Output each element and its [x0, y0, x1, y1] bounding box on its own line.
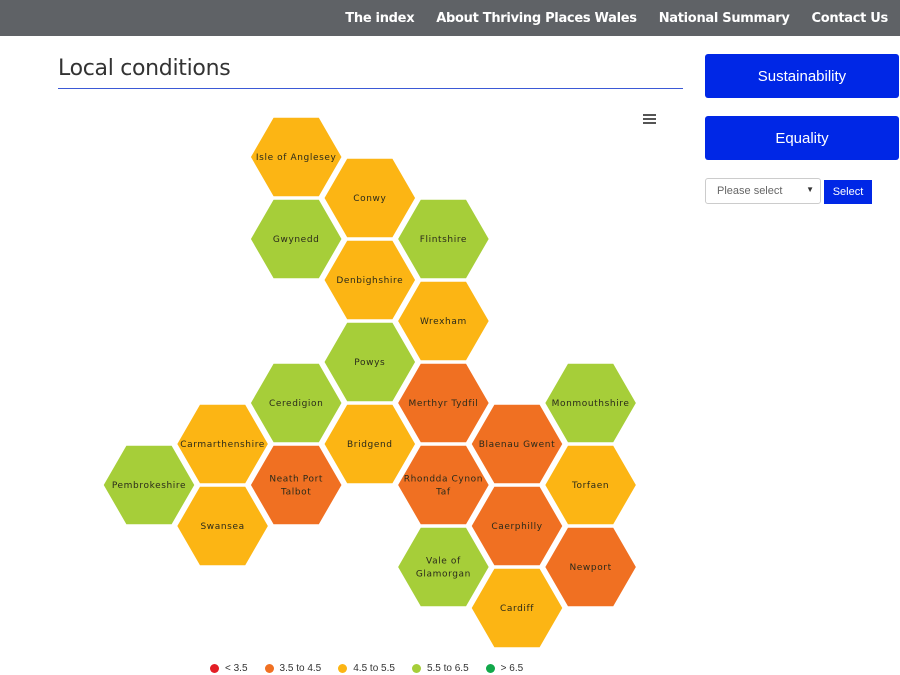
- hex-label: Ceredigion: [269, 399, 324, 409]
- hex-label: Vale of: [426, 557, 461, 567]
- hex-label: Neath Port: [269, 475, 323, 485]
- hex-label: Flintshire: [420, 235, 467, 245]
- legend-item-3-5-to-4-5[interactable]: 3.5 to 4.5: [264, 663, 322, 674]
- legend-swatch: [411, 664, 421, 673]
- hex-label: Pembrokeshire: [112, 481, 186, 491]
- legend-item-4-5-to-5-5[interactable]: 4.5 to 5.5: [338, 663, 395, 674]
- legend-label: 3.5 to 4.5: [279, 663, 322, 674]
- hex-label: Talbot: [280, 488, 311, 498]
- legend-swatch: [485, 664, 495, 673]
- hex-label: Caerphilly: [491, 522, 542, 532]
- hex-label: Conwy: [353, 194, 386, 204]
- legend-swatch: [264, 664, 274, 673]
- legend-item-5-5-to-6-5[interactable]: 5.5 to 6.5: [411, 663, 469, 674]
- legend-label: > 6.5: [500, 663, 524, 674]
- hex-label: Torfaen: [571, 481, 609, 491]
- hex-label: Blaenau Gwent: [479, 440, 555, 450]
- hex-label: Merthyr Tydfil: [408, 399, 478, 409]
- hex-label: Bridgend: [347, 440, 393, 450]
- chart-legend: < 3.5 3.5 to 4.5 4.5 to 5.5 5.5 to 6.5 > 6.5: [210, 663, 540, 674]
- hex-label: Wrexham: [420, 317, 467, 327]
- legend-swatch: [210, 664, 219, 673]
- hex-label: Swansea: [200, 522, 244, 532]
- hex-label: Isle of Anglesey: [256, 153, 337, 163]
- hex-label: Rhondda Cynon: [404, 475, 483, 485]
- hex-label: Glamorgan: [416, 570, 471, 580]
- legend-label: < 3.5: [225, 663, 248, 674]
- hex-label: Carmarthenshire: [180, 440, 265, 450]
- legend-item--6-5[interactable]: > 6.5: [485, 663, 524, 674]
- hex-label: Powys: [354, 358, 385, 368]
- hex-map-chart: Isle of Anglesey Conwy Gwynedd Flintshire De…: [100, 114, 640, 651]
- hex-label: Gwynedd: [273, 235, 320, 245]
- hex-label: Monmouthshire: [552, 399, 630, 409]
- hex-label: Taf: [435, 488, 451, 498]
- legend-item--3-5[interactable]: < 3.5: [210, 663, 248, 674]
- legend-label: 5.5 to 6.5: [426, 663, 469, 674]
- hex-label: Denbighshire: [336, 276, 403, 286]
- legend-label: 4.5 to 5.5: [353, 663, 395, 674]
- legend-swatch: [338, 664, 348, 673]
- hex-label: Cardiff: [500, 604, 534, 614]
- hex-label: Newport: [569, 563, 611, 573]
